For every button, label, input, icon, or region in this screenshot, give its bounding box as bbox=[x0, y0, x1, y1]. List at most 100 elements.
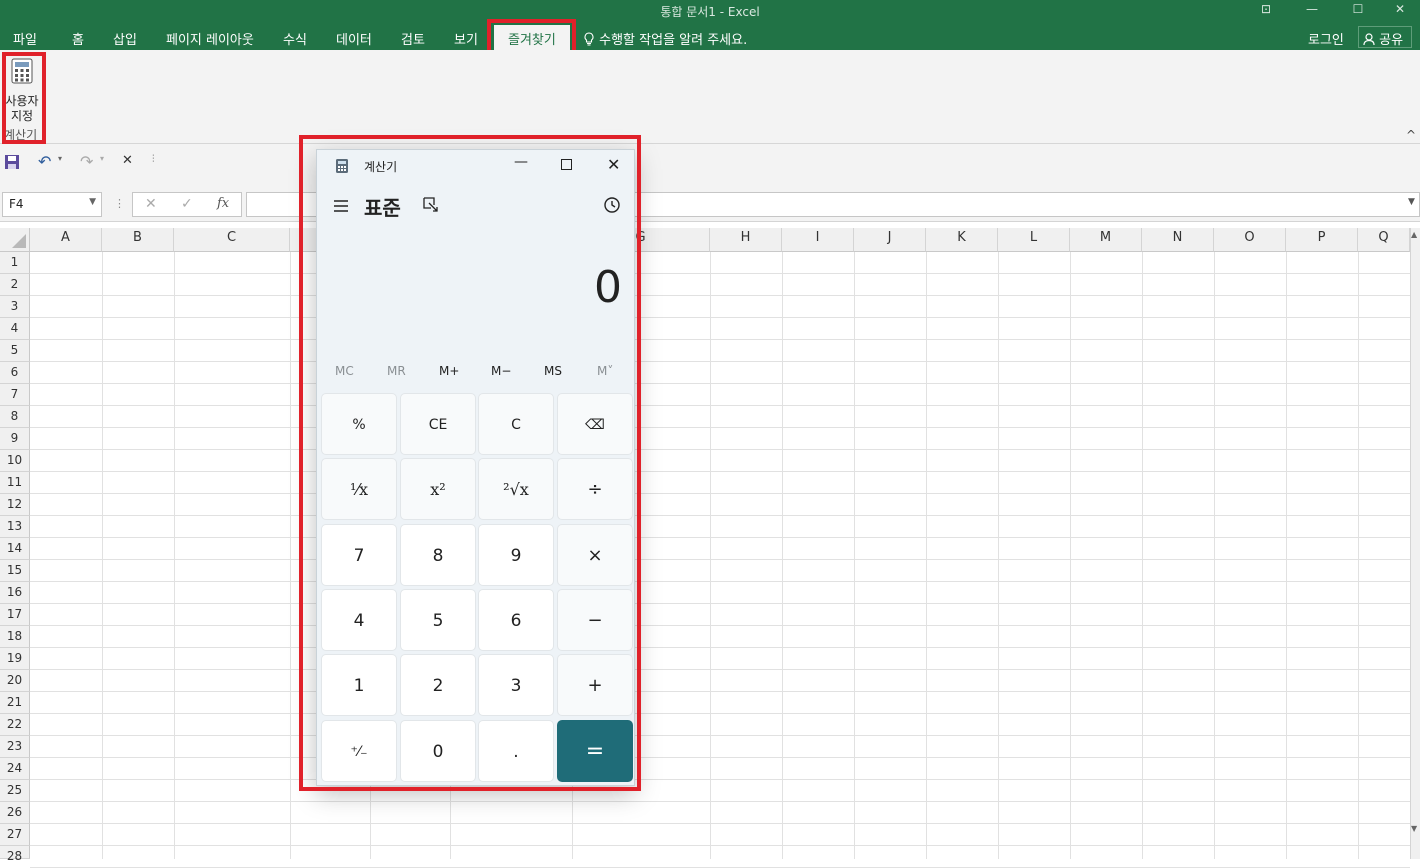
row-gridline bbox=[30, 273, 1410, 274]
column-header[interactable]: L bbox=[998, 228, 1070, 252]
row-header[interactable]: 2 bbox=[0, 274, 30, 296]
column-header[interactable]: N bbox=[1142, 228, 1214, 252]
maximize-button[interactable]: ☐ bbox=[1338, 0, 1378, 22]
name-box[interactable]: F4 ▼ bbox=[2, 192, 102, 217]
minimize-button[interactable]: — bbox=[1292, 0, 1332, 22]
row-header[interactable]: 6 bbox=[0, 362, 30, 384]
column-header[interactable]: Q bbox=[1358, 228, 1410, 252]
tell-me-box[interactable]: 수행할 작업을 알려 주세요. bbox=[583, 29, 747, 48]
tab-formulas[interactable]: 수식 bbox=[283, 29, 307, 48]
row-header[interactable]: 5 bbox=[0, 340, 30, 362]
share-button[interactable]: 공유 bbox=[1358, 26, 1412, 48]
row-header[interactable]: 10 bbox=[0, 450, 30, 472]
row-header[interactable]: 23 bbox=[0, 736, 30, 758]
person-icon bbox=[1363, 33, 1375, 46]
row-gridline bbox=[30, 559, 1410, 560]
row-header[interactable]: 20 bbox=[0, 670, 30, 692]
column-header[interactable]: P bbox=[1286, 228, 1358, 252]
row-gridline bbox=[30, 845, 1410, 846]
row-gridline bbox=[30, 691, 1410, 692]
row-header[interactable]: 24 bbox=[0, 758, 30, 780]
row-header[interactable]: 21 bbox=[0, 692, 30, 714]
enter-button[interactable]: ✓ bbox=[181, 196, 193, 212]
column-gridline bbox=[102, 252, 103, 859]
column-gridline bbox=[854, 252, 855, 859]
row-header[interactable]: 15 bbox=[0, 560, 30, 582]
column-header[interactable]: A bbox=[30, 228, 102, 252]
row-gridline bbox=[30, 581, 1410, 582]
row-header[interactable]: 16 bbox=[0, 582, 30, 604]
row-header[interactable]: 17 bbox=[0, 604, 30, 626]
column-header[interactable]: M bbox=[1070, 228, 1142, 252]
undo-dropdown-icon[interactable]: ▾ bbox=[58, 154, 62, 163]
collapse-ribbon-button[interactable]: ^ bbox=[1406, 128, 1416, 142]
row-header[interactable]: 14 bbox=[0, 538, 30, 560]
row-header[interactable]: 7 bbox=[0, 384, 30, 406]
row-gridline bbox=[30, 603, 1410, 604]
cancel-entry-button[interactable]: ✕ bbox=[145, 196, 157, 212]
row-gridline bbox=[30, 383, 1410, 384]
column-gridline bbox=[710, 252, 711, 859]
row-header[interactable]: 11 bbox=[0, 472, 30, 494]
tab-insert[interactable]: 삽입 bbox=[113, 29, 137, 48]
row-header[interactable]: 28 bbox=[0, 846, 30, 863]
tab-review[interactable]: 검토 bbox=[401, 29, 425, 48]
tab-home[interactable]: 홈 bbox=[72, 29, 84, 48]
column-gridline bbox=[1358, 252, 1359, 859]
column-header[interactable]: I bbox=[782, 228, 854, 252]
column-header[interactable]: J bbox=[854, 228, 926, 252]
ribbon-display-options-button[interactable]: ⊡ bbox=[1246, 0, 1286, 22]
row-header[interactable]: 9 bbox=[0, 428, 30, 450]
save-icon[interactable] bbox=[4, 154, 20, 170]
row-header[interactable]: 27 bbox=[0, 824, 30, 846]
name-box-dropdown-icon[interactable]: ▼ bbox=[89, 197, 96, 207]
row-gridline bbox=[30, 779, 1410, 780]
row-header[interactable]: 19 bbox=[0, 648, 30, 670]
customize-qat-button[interactable]: ⫶ bbox=[152, 154, 155, 165]
row-gridline bbox=[30, 801, 1410, 802]
row-gridline bbox=[30, 405, 1410, 406]
ribbon: 사용자 지정 계산기 ^ bbox=[0, 50, 1420, 144]
tab-view[interactable]: 보기 bbox=[454, 29, 478, 48]
row-gridline bbox=[30, 713, 1410, 714]
formula-buttons: ✕ ✓ fx bbox=[132, 192, 242, 217]
row-header[interactable]: 3 bbox=[0, 296, 30, 318]
row-header[interactable]: 8 bbox=[0, 406, 30, 428]
expand-formula-bar-icon[interactable]: ▼ bbox=[1408, 197, 1415, 207]
column-header[interactable]: O bbox=[1214, 228, 1286, 252]
tab-data[interactable]: 데이터 bbox=[336, 29, 372, 48]
worksheet-grid[interactable]: A B C D E F G H I J K L M N O P Q 1 2 3 … bbox=[0, 222, 1420, 868]
redo-button[interactable]: ↷ bbox=[80, 152, 93, 171]
scroll-down-arrow-icon[interactable]: ▼ bbox=[1411, 824, 1417, 833]
row-header[interactable]: 26 bbox=[0, 802, 30, 824]
column-gridline bbox=[1214, 252, 1215, 859]
formula-bar-grip[interactable]: ⋮ bbox=[114, 197, 125, 210]
row-gridline bbox=[30, 735, 1410, 736]
qat-cancel-button[interactable]: ✕ bbox=[122, 153, 133, 168]
row-header[interactable]: 1 bbox=[0, 252, 30, 274]
close-button[interactable]: ✕ bbox=[1380, 0, 1420, 22]
redo-dropdown-icon[interactable]: ▾ bbox=[100, 154, 104, 163]
tab-page-layout[interactable]: 페이지 레이아웃 bbox=[166, 29, 254, 48]
row-header[interactable]: 18 bbox=[0, 626, 30, 648]
row-header[interactable]: 13 bbox=[0, 516, 30, 538]
vertical-scrollbar[interactable]: ▲ ▼ bbox=[1410, 228, 1420, 859]
row-header[interactable]: 25 bbox=[0, 780, 30, 802]
row-gridline bbox=[30, 339, 1410, 340]
column-header[interactable]: B bbox=[102, 228, 174, 252]
select-all-button[interactable] bbox=[0, 228, 30, 252]
row-gridline bbox=[30, 515, 1410, 516]
row-header[interactable]: 12 bbox=[0, 494, 30, 516]
column-header[interactable]: H bbox=[710, 228, 782, 252]
column-header[interactable]: K bbox=[926, 228, 998, 252]
insert-function-button[interactable]: fx bbox=[217, 196, 229, 211]
scroll-up-arrow-icon[interactable]: ▲ bbox=[1411, 230, 1417, 239]
row-header[interactable]: 4 bbox=[0, 318, 30, 340]
signin-link[interactable]: 로그인 bbox=[1308, 29, 1344, 48]
tab-file[interactable]: 파일 bbox=[13, 29, 37, 48]
row-header[interactable]: 22 bbox=[0, 714, 30, 736]
row-gridline bbox=[30, 317, 1410, 318]
highlight-calculator-window bbox=[299, 135, 641, 791]
undo-button[interactable]: ↶ bbox=[38, 152, 51, 171]
column-header[interactable]: C bbox=[174, 228, 290, 252]
